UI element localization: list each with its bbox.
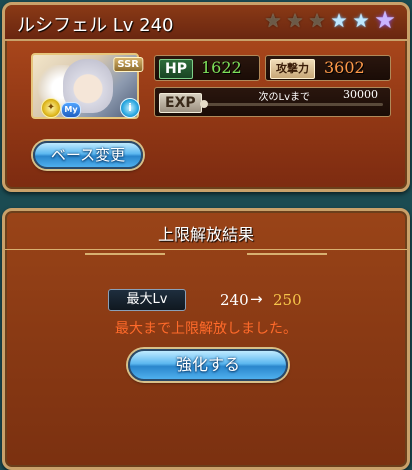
result-message: 最大まで上限解放しました。 [115,321,297,337]
exp-bar [203,103,383,106]
star-icon: ★ [308,10,326,32]
star-icon: ★ [264,10,282,32]
level-from: 240 [220,291,249,309]
header-divider-left [85,253,165,255]
character-name-level: ルシフェル Lv 240 [17,15,174,36]
light-element-icon: ✦ [41,98,61,118]
info-icon[interactable]: i [120,98,140,118]
hp-stat: HP 1622 [154,55,260,81]
result-title: 上限解放結果 [157,225,254,244]
rarity-stars: ★ ★ ★ ★ ★ ★ [263,6,397,34]
star-icon: ★ [352,10,370,32]
enhance-button[interactable]: 強化する [128,349,288,381]
title-bar: ルシフェル Lv 240 ★ ★ ★ ★ ★ ★ [5,5,407,41]
exp-label: EXP [159,93,202,113]
my-badge: My [61,102,81,118]
arrow-right-icon: → [250,290,263,308]
next-level-value: 30000 [343,88,378,101]
character-panel: ルシフェル Lv 240 ★ ★ ★ ★ ★ ★ SSR ✦ My i HP 1… [2,2,410,192]
attack-value: 3602 [324,58,365,77]
exp-stat: EXP 次のLvまで 30000 [154,87,391,117]
exp-bar-knob [200,100,208,108]
hp-label: HP [159,59,193,79]
level-to: 250 [273,291,302,309]
base-change-button[interactable]: ベース変更 [33,141,143,169]
star-icon: ★ [286,10,304,32]
header-divider-right [247,253,327,255]
result-dialog: 上限解放結果 最大Lv 240 → 250 最大まで上限解放しました。 強化する [2,208,410,470]
max-level-label: 最大Lv [108,289,186,311]
attack-label: 攻撃力 [270,59,315,79]
star-icon: ★ [374,6,396,34]
result-header: 上限解放結果 [5,211,407,250]
next-level-label: 次のLvまで [258,92,311,103]
star-icon: ★ [330,10,348,32]
attack-stat: 攻撃力 3602 [265,55,391,81]
ssr-badge: SSR [113,57,143,72]
hp-value: 1622 [201,58,242,77]
